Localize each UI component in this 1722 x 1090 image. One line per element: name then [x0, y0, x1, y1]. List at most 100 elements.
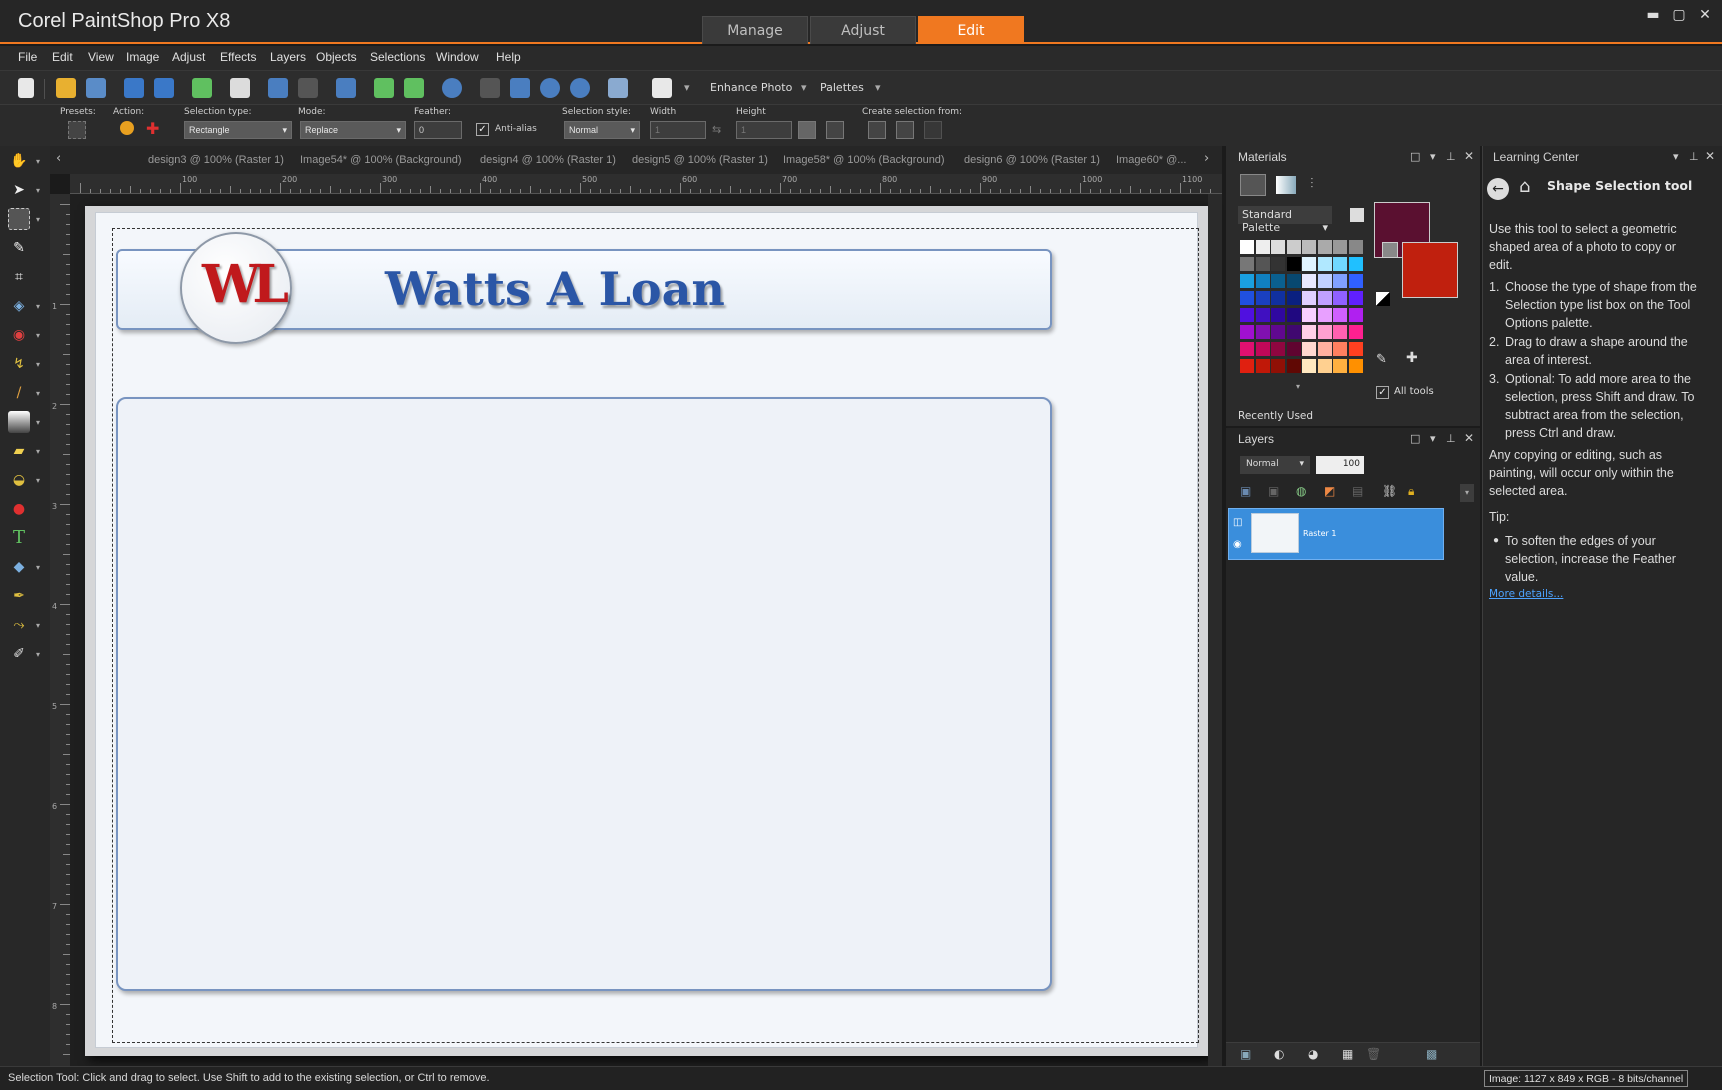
- color-swatch[interactable]: [1302, 308, 1316, 322]
- doc-tab[interactable]: Image58* @ 100% (Background): [783, 154, 945, 166]
- layer-properties-icon[interactable]: ▩: [1426, 1047, 1437, 1061]
- color-swatch[interactable]: [1271, 240, 1285, 254]
- color-swatch[interactable]: [1317, 257, 1332, 271]
- paste-icon[interactable]: [652, 78, 672, 98]
- new-vector-layer-icon[interactable]: ▣: [1268, 484, 1279, 498]
- new-group-icon[interactable]: ◍: [1296, 484, 1306, 498]
- menu-image[interactable]: Image: [126, 50, 159, 64]
- pin-icon[interactable]: ⊥: [1446, 432, 1456, 445]
- palettes-menu[interactable]: Palettes: [820, 81, 864, 94]
- blend-mode-select[interactable]: Normal ▾: [1240, 456, 1310, 474]
- chevron-down-icon[interactable]: ▾: [875, 81, 881, 94]
- pin-icon[interactable]: ⊥: [1689, 150, 1699, 163]
- mask-layer-icon[interactable]: ◕: [1308, 1047, 1318, 1061]
- menu-edit[interactable]: Edit: [52, 50, 73, 64]
- eyedropper-icon[interactable]: ✎: [1376, 352, 1387, 367]
- chevron-down-icon[interactable]: ▾: [36, 361, 44, 369]
- color-swatch[interactable]: [1333, 291, 1347, 305]
- chevron-down-icon[interactable]: ▾: [36, 448, 44, 456]
- doc-tab[interactable]: design5 @ 100% (Raster 1): [632, 154, 768, 166]
- palette-select[interactable]: Standard Palette ▾: [1238, 206, 1332, 234]
- color-swatch[interactable]: [1317, 325, 1332, 339]
- color-swatch[interactable]: [1240, 291, 1254, 305]
- color-swatch[interactable]: [1255, 308, 1270, 322]
- chevron-down-icon[interactable]: ▾: [801, 81, 807, 94]
- retouch-tool-icon[interactable]: ✐: [8, 643, 30, 665]
- rainbow-tab-icon[interactable]: [1276, 176, 1296, 194]
- selection-from-layer-icon[interactable]: [868, 121, 886, 139]
- color-swatch[interactable]: [1286, 257, 1301, 271]
- color-swatch[interactable]: [1302, 359, 1316, 373]
- color-swatch[interactable]: [1255, 240, 1270, 254]
- color-replacer-tool-icon[interactable]: ●: [8, 498, 30, 520]
- menu-window[interactable]: Window: [436, 50, 479, 64]
- text-tool-icon[interactable]: T: [8, 527, 30, 549]
- sliders-tab-icon[interactable]: ⫶: [1310, 176, 1330, 194]
- new-layer-icon[interactable]: ▣: [1240, 1047, 1251, 1061]
- color-swatch[interactable]: [1271, 342, 1285, 356]
- chevron-down-icon[interactable]: ▾: [36, 477, 44, 485]
- makeover-tool-icon[interactable]: ↯: [8, 353, 30, 375]
- color-swatch[interactable]: [1240, 274, 1254, 288]
- selection-from-merged-icon[interactable]: [924, 121, 942, 139]
- dropper-tool-icon[interactable]: ✎: [8, 237, 30, 259]
- width-input[interactable]: 1: [650, 121, 706, 139]
- menu-effects[interactable]: Effects: [220, 50, 256, 64]
- menu-adjust[interactable]: Adjust: [172, 50, 205, 64]
- print-icon[interactable]: [230, 78, 250, 98]
- chevron-down-icon[interactable]: ▾: [1673, 150, 1679, 163]
- info-icon[interactable]: [442, 78, 462, 98]
- color-swatch[interactable]: [1302, 257, 1316, 271]
- color-swatch[interactable]: [1348, 291, 1363, 305]
- color-swatches[interactable]: [1240, 240, 1368, 380]
- chevron-down-icon[interactable]: ▾: [36, 651, 44, 659]
- warp-tool-icon[interactable]: ⤳: [8, 614, 30, 636]
- menu-file[interactable]: File: [18, 50, 37, 64]
- color-swatch[interactable]: [1255, 325, 1270, 339]
- chevron-down-icon[interactable]: ▾: [1296, 382, 1300, 391]
- delete-layer-icon[interactable]: 🗑︎: [1366, 1047, 1381, 1061]
- color-swatch[interactable]: [1271, 325, 1285, 339]
- restore-icon[interactable]: □: [1410, 150, 1420, 163]
- redo-history-icon[interactable]: [298, 78, 318, 98]
- eye-icon[interactable]: ◉: [1233, 539, 1242, 550]
- redo-icon[interactable]: [404, 78, 424, 98]
- pen-tool-icon[interactable]: ✒: [8, 585, 30, 607]
- color-swatch[interactable]: [1317, 240, 1332, 254]
- move-action-icon[interactable]: ✚: [146, 119, 159, 138]
- selection-style-select[interactable]: Normal ▾: [564, 121, 640, 139]
- color-swatch[interactable]: [1240, 257, 1254, 271]
- color-swatch[interactable]: [1333, 257, 1347, 271]
- fit-icon[interactable]: [510, 78, 530, 98]
- layer-visibility-icon[interactable]: ◫: [1233, 517, 1242, 528]
- color-swatch[interactable]: [1333, 274, 1347, 288]
- mask-icon[interactable]: ▤: [1352, 484, 1363, 498]
- chevron-down-icon[interactable]: ▾: [36, 419, 44, 427]
- gradient-tool-icon[interactable]: [8, 411, 30, 433]
- tab-edit[interactable]: Edit: [918, 16, 1024, 44]
- layer-row-selected[interactable]: ◫ ◉ Raster 1: [1228, 508, 1444, 560]
- red-eye-tool-icon[interactable]: ◉: [8, 324, 30, 346]
- grid-icon[interactable]: [480, 78, 500, 98]
- crop-tool-icon[interactable]: ⌗: [8, 266, 30, 288]
- open-folder-icon[interactable]: [56, 78, 76, 98]
- link-icon[interactable]: ⇆: [712, 123, 721, 136]
- color-swatch[interactable]: [1302, 342, 1316, 356]
- color-swatch[interactable]: [1255, 342, 1270, 356]
- color-swatch[interactable]: [1333, 325, 1347, 339]
- selection-type-select[interactable]: Rectangle ▾: [184, 121, 292, 139]
- chevron-left-icon[interactable]: ‹: [56, 151, 61, 166]
- color-swatch[interactable]: [1286, 291, 1301, 305]
- tab-adjust[interactable]: Adjust: [810, 16, 916, 44]
- color-swatch[interactable]: [1286, 274, 1301, 288]
- color-swatch[interactable]: [1317, 291, 1332, 305]
- browse-icon[interactable]: [86, 78, 106, 98]
- home-icon[interactable]: ⌂: [1519, 176, 1530, 197]
- lock-icon[interactable]: 🔒︎: [1408, 484, 1414, 499]
- color-swatch[interactable]: [1240, 342, 1254, 356]
- color-swatch[interactable]: [1333, 359, 1347, 373]
- color-swatch[interactable]: [1317, 274, 1332, 288]
- color-swatch[interactable]: [1333, 308, 1347, 322]
- feather-input[interactable]: 0: [414, 121, 462, 139]
- chevron-right-icon[interactable]: ›: [1204, 151, 1209, 166]
